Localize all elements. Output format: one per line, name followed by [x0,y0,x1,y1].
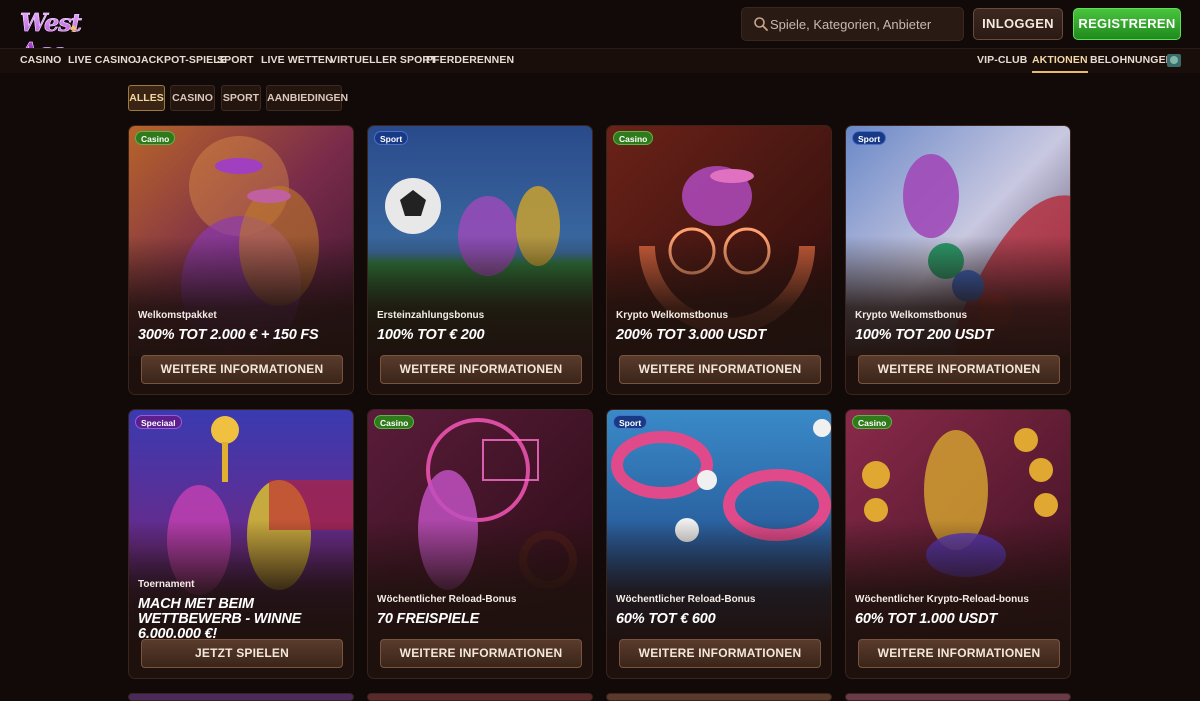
more-info-button[interactable]: WEITERE INFORMATIONEN [858,639,1060,668]
promo-subtitle: Welkomstpakket [138,310,217,321]
promo-subtitle: Ersteinzahlungsbonus [377,310,485,321]
register-button[interactable]: REGISTREREN [1073,8,1181,40]
language-icon[interactable] [1167,54,1181,67]
promo-card[interactable]: Casino Wöchentlicher Krypto-Reload-bonus… [845,409,1071,679]
category-badge: Speciaal [135,415,182,429]
promo-subtitle: Wöchentlicher Reload-Bonus [377,594,517,605]
spade-icon: ♠ [70,20,77,35]
nav-vip-club[interactable]: VIP-CLUB [977,49,1027,73]
promo-card-partial[interactable] [845,693,1071,701]
nav-jackpot[interactable]: JACKPOT-SPIELE [135,49,227,73]
promo-subtitle: Krypto Welkomstbonus [616,310,729,321]
promo-card[interactable]: Casino Krypto Welkomstbonus 200% TOT 3.0… [606,125,832,395]
category-badge: Casino [135,131,176,145]
category-badge: Sport [613,415,648,429]
category-badge: Casino [374,415,415,429]
search-input[interactable] [770,8,960,40]
category-badge: Sport [852,131,887,145]
nav-live-casino[interactable]: LIVE CASINO [68,49,136,73]
promo-subtitle: Wöchentlicher Krypto-Reload-bonus [855,594,1029,605]
nav-casino[interactable]: CASINO [20,49,61,73]
promo-title: 100% TOT € 200 [377,327,485,343]
more-info-button[interactable]: WEITERE INFORMATIONEN [380,355,582,384]
promo-title: 100% TOT 200 USDT [855,327,994,343]
nav-horse-racing[interactable]: PFERDERENNEN [426,49,514,73]
promo-title: 70 FREISPIELE [377,611,480,627]
promo-title: 60% TOT 1.000 USDT [855,611,997,627]
main-nav: CASINO LIVE CASINO JACKPOT-SPIELE SPORT … [0,48,1200,73]
promo-card[interactable]: Sport Ersteinzahlungsbonus 100% TOT € 20… [367,125,593,395]
promo-card-partial[interactable] [606,693,832,701]
west-ace-logo[interactable]: West Ace ♠ [20,6,118,67]
filter-sport[interactable]: SPORT [221,85,261,111]
filter-offers[interactable]: AANBIEDINGEN [266,85,348,111]
more-info-button[interactable]: WEITERE INFORMATIONEN [141,355,343,384]
category-badge: Casino [852,415,893,429]
search-icon [754,17,768,31]
more-info-button[interactable]: WEITERE INFORMATIONEN [858,355,1060,384]
play-now-button[interactable]: JETZT SPIELEN [141,639,343,668]
filter-casino[interactable]: CASINO [170,85,215,111]
more-info-button[interactable]: WEITERE INFORMATIONEN [380,639,582,668]
more-info-button[interactable]: WEITERE INFORMATIONEN [619,639,821,668]
promo-card[interactable]: Sport Krypto Welkomstbonus 100% TOT 200 … [845,125,1071,395]
promo-card[interactable]: Casino Welkomstpakket 300% TOT 2.000 € +… [128,125,354,395]
nav-live-wetten[interactable]: LIVE WETTEN [261,49,333,73]
promo-card[interactable]: Speciaal Toernament MACH MET BEIM WETTBE… [128,409,354,679]
promo-card-partial[interactable] [367,693,593,701]
promo-card-partial[interactable] [128,693,354,701]
promo-subtitle: Toernament [138,579,195,590]
promo-title: MACH MET BEIM WETTBEWERB - WINNE 6.000.0… [138,596,302,642]
nav-sport[interactable]: SPORT [217,49,254,73]
promo-card[interactable]: Casino Wöchentlicher Reload-Bonus 70 FRE… [367,409,593,679]
nav-virtual-sport[interactable]: VIRTUELLER SPORT [330,49,437,73]
promo-subtitle: Wöchentlicher Reload-Bonus [616,594,756,605]
promo-title: 300% TOT 2.000 € + 150 FS [138,327,319,343]
login-button[interactable]: INLOGGEN [973,8,1063,40]
nav-rewards[interactable]: BELOHNUNGEN [1090,49,1173,73]
promo-subtitle: Krypto Welkomstbonus [855,310,968,321]
nav-promotions[interactable]: AKTIONEN [1032,49,1088,73]
category-badge: Sport [374,131,409,145]
promo-title: 200% TOT 3.000 USDT [616,327,766,343]
filter-all[interactable]: ALLES [128,85,165,111]
header: West Ace ♠ INLOGGEN REGISTREREN [0,0,1200,67]
more-info-button[interactable]: WEITERE INFORMATIONEN [619,355,821,384]
promo-title: 60% TOT € 600 [616,611,716,627]
search-box[interactable] [741,7,964,41]
category-badge: Casino [613,131,654,145]
promo-card[interactable]: Sport Wöchentlicher Reload-Bonus 60% TOT… [606,409,832,679]
